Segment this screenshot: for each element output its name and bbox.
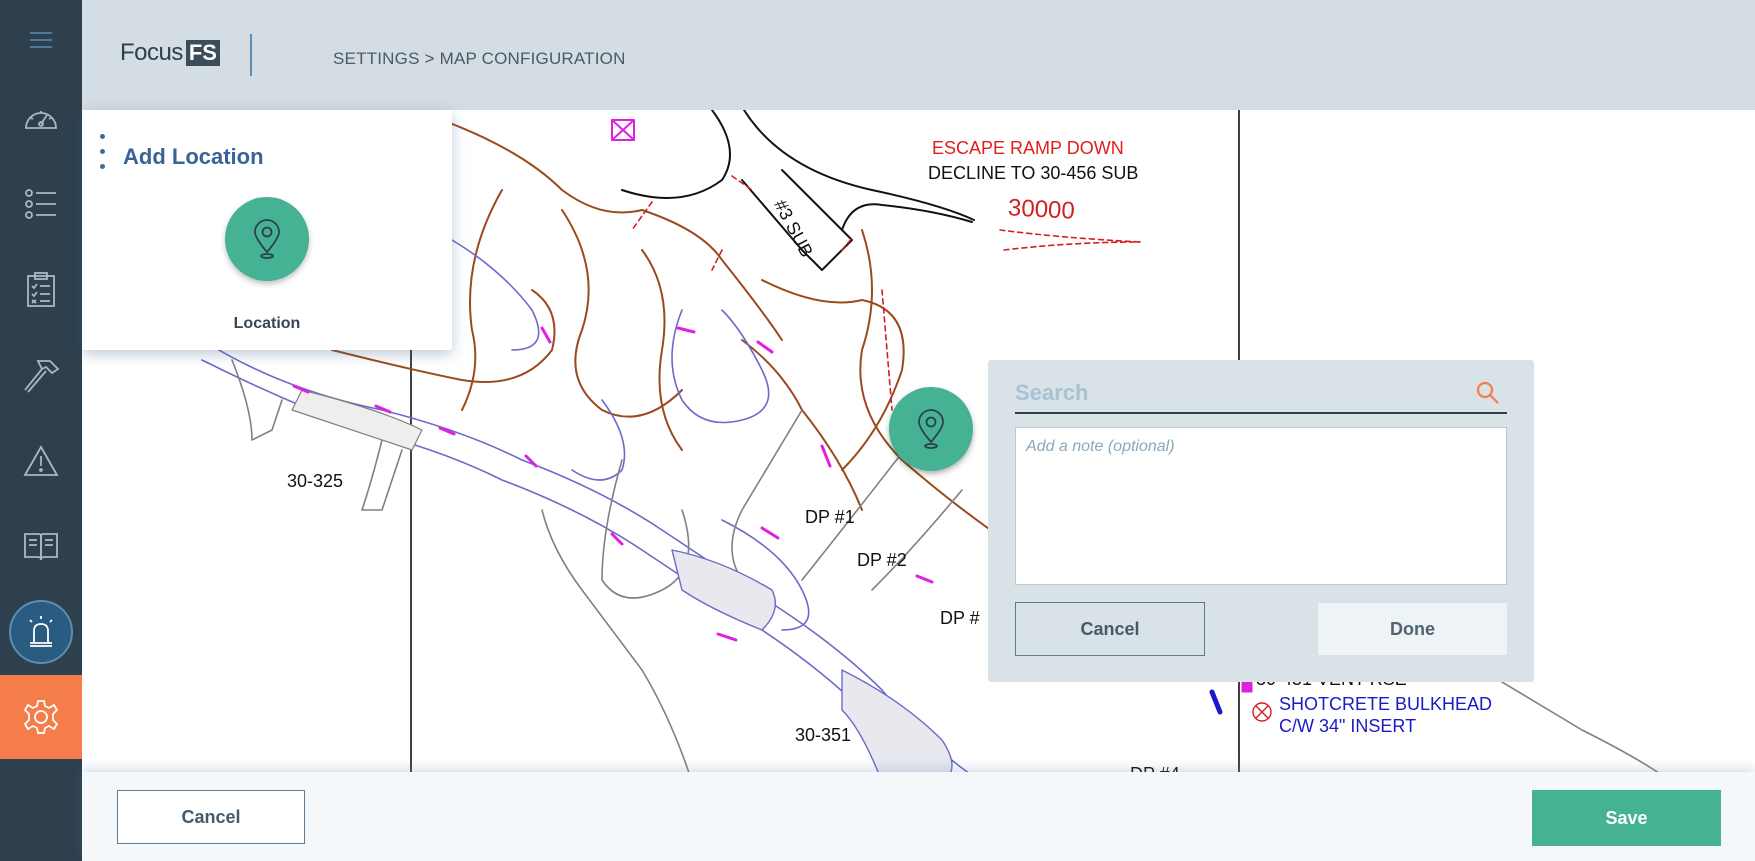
map-label: 30-325	[287, 471, 344, 491]
dialog-done-button[interactable]: Done	[1318, 603, 1507, 655]
list-icon	[25, 189, 56, 219]
dialog-cancel-button[interactable]: Cancel	[1015, 602, 1205, 656]
location-pin-icon	[918, 409, 944, 449]
logo-text: Focus	[120, 39, 183, 66]
location-tool-label: Location	[233, 315, 301, 332]
siren-icon	[29, 616, 53, 647]
clipboard-icon	[27, 272, 55, 307]
map-label: 30-351	[795, 725, 852, 745]
cancel-button[interactable]: Cancel	[117, 790, 305, 844]
sidebar-item-alarm[interactable]	[0, 590, 82, 674]
hammer-icon	[24, 360, 60, 393]
focusfs-logo: Focus FS	[120, 39, 220, 67]
map-label: DP #1	[805, 507, 855, 527]
save-button[interactable]: Save	[1532, 790, 1721, 846]
map-label: DP #2	[857, 550, 907, 570]
map-label: C/W 34" INSERT	[1279, 716, 1417, 736]
sidebar-item-hazards[interactable]	[0, 419, 82, 503]
map-label: DP #	[940, 608, 980, 628]
map-label: ESCAPE RAMP DOWN	[932, 138, 1124, 158]
sidebar-item-tools[interactable]	[0, 333, 82, 417]
search-icon[interactable]	[1475, 380, 1501, 406]
hamburger-menu-button[interactable]	[0, 0, 82, 80]
panel-title: Add Location	[123, 144, 264, 169]
gear-icon	[23, 700, 59, 734]
location-tool-button[interactable]	[225, 197, 309, 281]
sidebar-item-list[interactable]	[0, 162, 82, 246]
map-label: SHOTCRETE BULKHEAD	[1279, 694, 1493, 714]
sidebar	[0, 0, 82, 861]
note-textarea[interactable]	[1015, 427, 1507, 585]
map-label: 30000	[1007, 194, 1076, 225]
warning-icon	[23, 445, 59, 476]
alarm-ring	[9, 600, 73, 664]
header: Focus FS SETTINGS > MAP CONFIGURATION	[82, 0, 1755, 110]
sidebar-item-checklist[interactable]	[0, 248, 82, 332]
hamburger-icon	[30, 32, 52, 48]
search-input[interactable]	[1015, 374, 1465, 412]
add-location-panel: Add Location Location	[82, 110, 452, 350]
logo-box: FS	[185, 40, 220, 66]
kebab-menu-icon[interactable]	[97, 134, 107, 178]
sidebar-item-settings[interactable]	[0, 675, 82, 759]
map-label: DECLINE TO 30-456 SUB	[928, 163, 1139, 183]
location-search-dialog: Cancel Done	[988, 360, 1534, 682]
logo-divider	[250, 34, 252, 76]
location-pin-icon	[254, 219, 280, 259]
book-icon	[24, 533, 58, 561]
placed-location-pin[interactable]	[889, 387, 973, 471]
search-field	[1015, 374, 1507, 414]
sidebar-item-manual[interactable]	[0, 504, 82, 588]
gauge-icon	[25, 111, 57, 129]
breadcrumb: SETTINGS > MAP CONFIGURATION	[333, 49, 626, 68]
sidebar-item-dashboard[interactable]	[0, 77, 82, 161]
footer-bar: Cancel Save	[82, 772, 1755, 861]
